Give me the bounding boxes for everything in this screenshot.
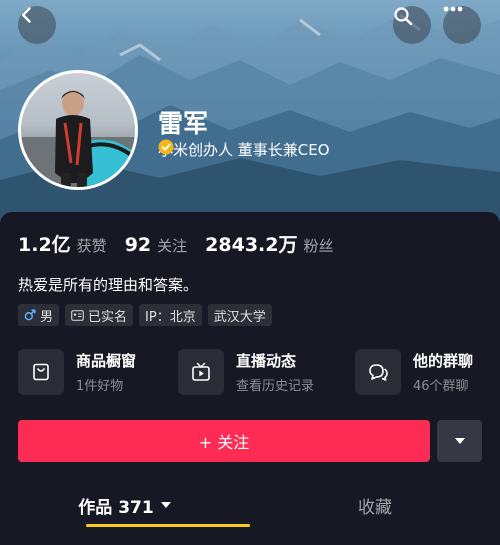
group-chat-icon	[369, 364, 388, 381]
shopping-bag-icon-wrap	[18, 349, 64, 395]
male-icon	[24, 309, 36, 321]
tab-works[interactable]: 作品 371	[0, 482, 250, 528]
feature-subtitle: 1件好物	[76, 379, 124, 394]
stat-value: 1.2亿	[18, 234, 71, 256]
search-button[interactable]	[393, 6, 431, 44]
search-icon	[394, 7, 413, 26]
caret-down-icon	[454, 438, 465, 444]
stats-row: 1.2亿 获赞 92 关注 2843.2万 粉丝	[18, 230, 352, 257]
group-chat-icon-wrap	[355, 349, 401, 395]
stat-likes[interactable]: 1.2亿 获赞	[18, 230, 107, 257]
tab-label: 作品 371	[78, 497, 154, 518]
more-button[interactable]	[443, 6, 481, 44]
tag-gender: 男	[18, 304, 60, 326]
back-button[interactable]	[18, 6, 56, 44]
more-horizontal-icon	[443, 6, 463, 12]
shopping-bag-icon	[33, 363, 49, 381]
tag-list: 男 已实名 IP：北京 武汉大学	[18, 304, 272, 326]
verification-row: 小米创办人 董事长兼CEO	[158, 139, 330, 160]
bio-text: 热爱是所有的理由和答案。	[18, 276, 199, 294]
tag-label: 男	[40, 309, 54, 325]
verification-text: 小米创办人 董事长兼CEO	[158, 141, 330, 159]
tv-play-icon-wrap	[178, 349, 224, 395]
profile-banner: 雷军 小米创办人 董事长兼CEO	[0, 0, 500, 222]
tag-ip: IP：北京	[139, 304, 202, 326]
stat-label: 粉丝	[303, 237, 334, 255]
verified-badge-icon	[158, 139, 174, 155]
active-tab-indicator	[86, 524, 250, 527]
chevron-left-icon	[21, 7, 31, 23]
tab-label: 收藏	[358, 497, 392, 518]
feature-row: 商品橱窗 1件好物 直播动态 查看历史记录 他的群聊 46个群聊	[18, 346, 500, 398]
tv-play-icon	[192, 362, 210, 381]
stat-following[interactable]: 92 关注	[125, 234, 187, 256]
tag-label: IP：北京	[145, 309, 196, 325]
stat-value: 2843.2万	[205, 234, 298, 256]
profile-card: 1.2亿 获赞 92 关注 2843.2万 粉丝 热爱是所有的理由和答案。 男	[0, 212, 500, 545]
tab-favorites[interactable]: 收藏	[250, 482, 500, 528]
content-tabs: 作品 371 收藏	[0, 482, 500, 528]
profile-name: 雷军	[158, 109, 209, 138]
more-options-button[interactable]	[437, 420, 482, 462]
feature-text: 商品橱窗 1件好物	[76, 350, 136, 394]
feature-live[interactable]: 直播动态 查看历史记录	[178, 346, 314, 398]
feature-subtitle: 46个群聊	[413, 379, 469, 394]
feature-text: 直播动态 查看历史记录	[236, 350, 314, 394]
avatar[interactable]	[18, 70, 138, 190]
stat-label: 关注	[157, 237, 188, 255]
tag-verified: 已实名	[65, 304, 134, 326]
tag-label: 武汉大学	[213, 309, 266, 325]
feature-subtitle: 查看历史记录	[236, 379, 315, 394]
stat-followers[interactable]: 2843.2万 粉丝	[205, 230, 333, 257]
caret-down-icon	[160, 502, 171, 508]
id-card-icon	[71, 309, 84, 321]
avatar-photo	[21, 73, 135, 187]
feature-group-chat[interactable]: 他的群聊 46个群聊	[355, 346, 473, 398]
feature-title: 直播动态	[236, 352, 297, 370]
follow-button[interactable]: + 关注	[18, 420, 430, 462]
tag-label: 已实名	[88, 309, 128, 325]
feature-text: 他的群聊 46个群聊	[413, 350, 473, 394]
feature-title: 商品橱窗	[76, 352, 137, 370]
stat-value: 92	[124, 234, 152, 256]
tag-school[interactable]: 武汉大学	[207, 304, 272, 326]
feature-shop-window[interactable]: 商品橱窗 1件好物	[18, 346, 136, 398]
feature-title: 他的群聊	[413, 352, 474, 370]
stat-label: 获赞	[76, 237, 107, 255]
